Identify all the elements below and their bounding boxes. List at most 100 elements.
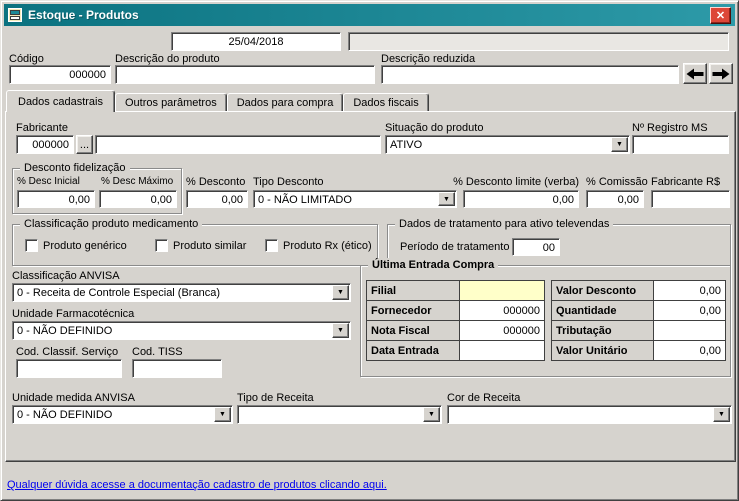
descricao-reduzida-field[interactable] [381, 65, 679, 84]
codigo-label: Código [9, 53, 44, 65]
tipo-receita-label: Tipo de Receita [237, 392, 314, 404]
fornecedor-value: 000000 [459, 300, 545, 321]
tipo-desconto-combobox[interactable]: 0 - NÃO LIMITADO ▼ [253, 190, 457, 208]
checkbox-label: Produto genérico [43, 239, 127, 252]
tributacao-label: Tributação [551, 320, 654, 341]
desconto-field[interactable]: 0,00 [186, 190, 248, 208]
combobox-value: 0 - NÃO DEFINIDO [17, 409, 113, 421]
cod-classif-servico-field[interactable] [16, 359, 122, 378]
table-row: Valor Unitário 0,00 [551, 340, 726, 361]
valor-desconto-value: 0,00 [653, 280, 726, 301]
cod-tiss-field[interactable] [132, 359, 222, 378]
valor-desconto-label: Valor Desconto [551, 280, 654, 301]
cod-tiss-label: Cod. TISS [132, 346, 183, 358]
situacao-label: Situação do produto [385, 122, 484, 134]
situacao-combobox[interactable]: ATIVO ▼ [385, 135, 630, 154]
descricao-produto-field[interactable] [115, 65, 375, 84]
checkbox-box[interactable] [155, 239, 168, 252]
descricao-reduzida-label: Descrição reduzida [381, 53, 476, 65]
titlebar: Estoque - Produtos ✕ [4, 4, 735, 26]
desconto-fidelizacao-group: Desconto fidelização % Desc Inicial % De… [12, 161, 182, 214]
tab-label: Dados cadastrais [18, 95, 103, 108]
tab-label: Outros parâmetros [125, 96, 217, 109]
registro-ms-label: Nº Registro MS [632, 122, 708, 134]
unidade-medida-anvisa-combobox[interactable]: 0 - NÃO DEFINIDO ▼ [12, 405, 233, 424]
periodo-tratamento-label: Período de tratamento [400, 241, 510, 253]
desconto-label: % Desconto [186, 176, 246, 188]
desc-maximo-field[interactable]: 0,00 [99, 190, 177, 208]
tab-label: Dados para compra [236, 96, 334, 109]
fabricante-rs-field[interactable] [651, 190, 730, 208]
televendas-title: Dados de tratamento para ativo televenda… [395, 217, 614, 231]
next-record-button[interactable] [709, 63, 733, 84]
periodo-tratamento-field[interactable]: 00 [512, 238, 560, 256]
nota-fiscal-value: 000000 [459, 320, 545, 341]
header-info-field [348, 32, 729, 51]
unidade-farmacotecnica-dropdown-button[interactable]: ▼ [332, 323, 349, 338]
tab-dados-cadastrais[interactable]: Dados cadastrais [6, 90, 115, 112]
tab-strip: Dados cadastrais Outros parâmetros Dados… [6, 90, 429, 112]
chevron-down-icon: ▼ [718, 411, 725, 418]
ultima-entrada-left-table: Filial Fornecedor 000000 Nota Fiscal 000… [366, 280, 545, 361]
arrow-left-icon [686, 68, 704, 79]
chevron-down-icon: ▼ [337, 289, 344, 296]
tab-outros-parametros[interactable]: Outros parâmetros [115, 93, 227, 111]
checkbox-produto-generico[interactable]: Produto genérico [25, 239, 127, 252]
combobox-value: 0 - Receita de Controle Especial (Branca… [17, 287, 220, 299]
previous-record-button[interactable] [683, 63, 707, 84]
desc-inicial-field[interactable]: 0,00 [17, 190, 95, 208]
checkbox-produto-similar[interactable]: Produto similar [155, 239, 246, 252]
chevron-down-icon: ▼ [616, 141, 623, 148]
registro-ms-field[interactable] [632, 135, 729, 154]
cor-receita-combobox[interactable]: ▼ [447, 405, 732, 424]
date-field[interactable]: 25/04/2018 [171, 32, 341, 51]
tab-label: Dados fiscais [353, 96, 419, 109]
estoque-produtos-window: Estoque - Produtos ✕ 25/04/2018 Código D… [0, 0, 739, 501]
combobox-value: ATIVO [390, 139, 423, 151]
data-entrada-label: Data Entrada [366, 340, 460, 361]
documentation-link[interactable]: Qualquer dúvida acesse a documentação ca… [7, 479, 387, 491]
quantidade-label: Quantidade [551, 300, 654, 321]
ultima-entrada-right-table: Valor Desconto 0,00 Quantidade 0,00 Trib… [551, 280, 726, 361]
table-row: Quantidade 0,00 [551, 300, 726, 321]
desconto-fidelizacao-title: Desconto fidelização [20, 161, 130, 175]
situacao-dropdown-button[interactable]: ▼ [611, 137, 628, 152]
cor-receita-dropdown-button[interactable]: ▼ [713, 407, 730, 422]
classificacao-medicamento-title: Classificação produto medicamento [20, 217, 203, 231]
table-row: Fornecedor 000000 [366, 300, 545, 321]
desconto-limite-field[interactable]: 0,00 [463, 190, 579, 208]
chevron-down-icon: ▼ [219, 411, 226, 418]
tipo-desconto-dropdown-button[interactable]: ▼ [438, 192, 455, 206]
filial-label: Filial [366, 280, 460, 301]
chevron-down-icon: ▼ [428, 411, 435, 418]
ultima-entrada-compra-title: Última Entrada Compra [368, 258, 499, 272]
comissao-field[interactable]: 0,00 [586, 190, 644, 208]
table-row: Tributação [551, 320, 726, 341]
filial-value [459, 280, 545, 301]
window-title: Estoque - Produtos [28, 8, 139, 22]
checkbox-produto-rx-etico[interactable]: Produto Rx (ético) [265, 239, 372, 252]
classificacao-anvisa-combobox[interactable]: 0 - Receita de Controle Especial (Branca… [12, 283, 351, 302]
tributacao-value [653, 320, 726, 341]
codigo-field[interactable]: 000000 [9, 65, 111, 84]
fabricante-browse-button[interactable]: ... [76, 135, 93, 154]
tab-dados-para-compra[interactable]: Dados para compra [226, 93, 344, 111]
checkbox-box[interactable] [25, 239, 38, 252]
close-button[interactable]: ✕ [710, 6, 731, 24]
classificacao-anvisa-dropdown-button[interactable]: ▼ [332, 285, 349, 300]
nota-fiscal-label: Nota Fiscal [366, 320, 460, 341]
desconto-limite-label: % Desconto limite (verba) [453, 176, 579, 188]
fabricante-name-field[interactable] [95, 135, 381, 154]
fabricante-code-field[interactable]: 000000 [16, 135, 74, 154]
close-icon: ✕ [715, 9, 726, 22]
arrow-right-icon [712, 68, 730, 79]
dados-cadastrais-panel: Fabricante 000000 ... Situação do produt… [5, 111, 736, 462]
unidade-farmacotecnica-combobox[interactable]: 0 - NÃO DEFINIDO ▼ [12, 321, 351, 340]
checkbox-box[interactable] [265, 239, 278, 252]
unidade-medida-dropdown-button[interactable]: ▼ [214, 407, 231, 422]
combobox-value: 0 - NÃO LIMITADO [258, 193, 352, 206]
cor-receita-label: Cor de Receita [447, 392, 521, 404]
tipo-receita-dropdown-button[interactable]: ▼ [423, 407, 440, 422]
tab-dados-fiscais[interactable]: Dados fiscais [343, 93, 429, 111]
tipo-receita-combobox[interactable]: ▼ [237, 405, 442, 424]
